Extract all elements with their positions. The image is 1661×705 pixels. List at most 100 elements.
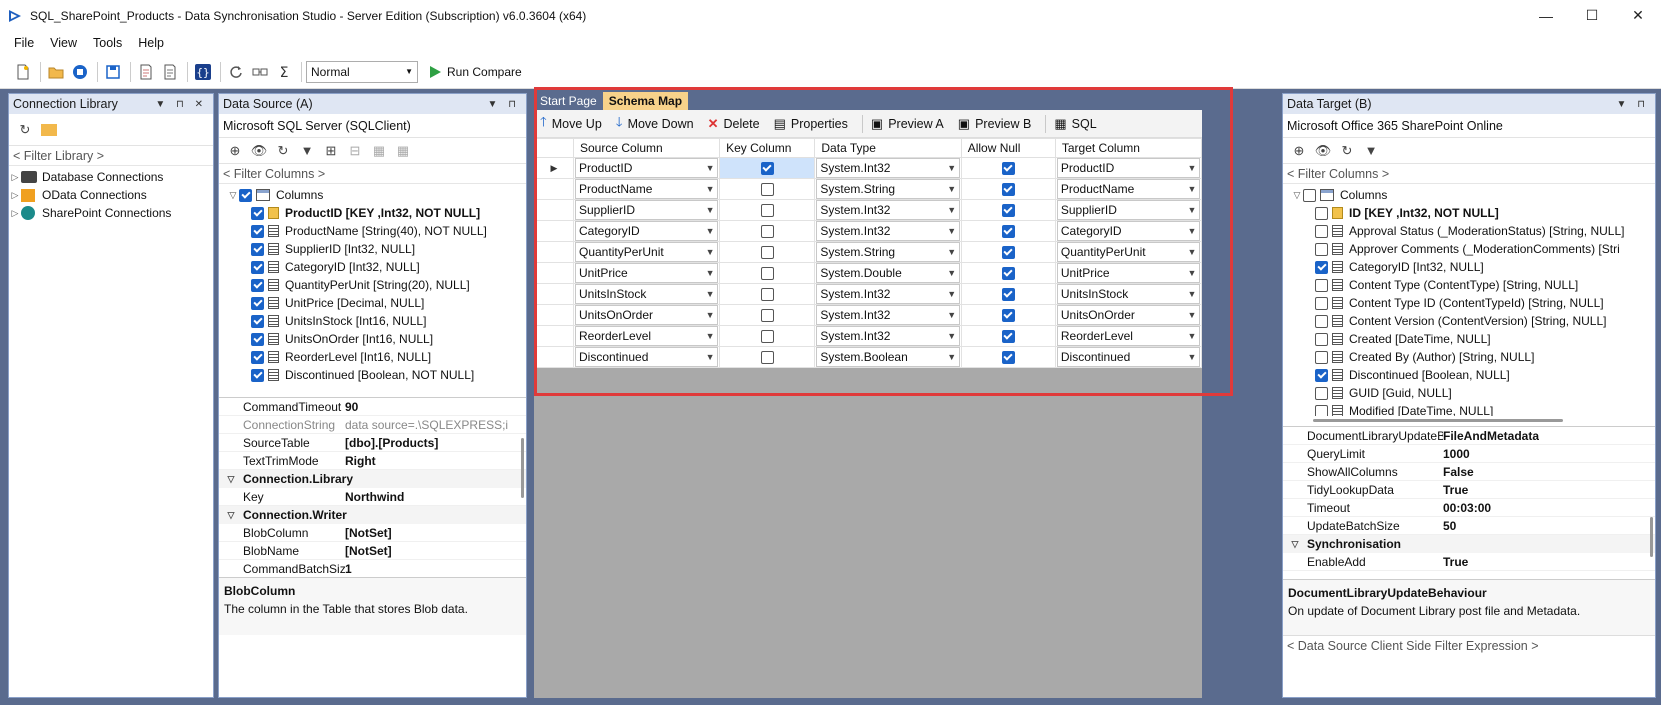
key-column-cell[interactable] <box>719 283 816 305</box>
collapse-icon[interactable]: ▽ <box>227 190 239 201</box>
target-column-cell[interactable]: QuantityPerUnit ▼ <box>1054 241 1203 263</box>
table-row[interactable]: CategoryID ▼ System.Int32 ▼ CategoryID ▼ <box>534 220 1203 242</box>
key-column-cell-checkbox[interactable] <box>760 266 774 280</box>
row-selector[interactable] <box>534 199 574 221</box>
allow-null-cell-checkbox[interactable] <box>1001 350 1015 364</box>
chevron-down-icon[interactable]: ▼ <box>945 289 959 299</box>
delete-button[interactable]: ✕ Delete <box>708 116 760 132</box>
row-selector[interactable] <box>534 241 574 263</box>
source-column-cell-dropdown[interactable]: UnitsOnOrder ▼ <box>575 305 719 325</box>
key-column-cell[interactable] <box>719 199 816 221</box>
refresh-icon[interactable]: ↻ <box>1337 141 1357 161</box>
panel-controls[interactable]: ▼ ⊓ <box>488 99 520 110</box>
horizontal-scrollbar[interactable] <box>1283 416 1655 426</box>
key-column-cell[interactable] <box>719 262 816 284</box>
property-value[interactable]: True <box>1443 555 1468 569</box>
folder-icon[interactable] <box>39 120 59 140</box>
tab-start-page[interactable]: Start Page <box>534 92 603 110</box>
col-header-key[interactable]: Key Column <box>719 138 816 158</box>
preview-icon[interactable]: 👁 <box>249 141 269 161</box>
property-row[interactable]: DocumentLibraryUpdateBe FileAndMetadata <box>1283 427 1655 445</box>
tree-item-column[interactable]: Modified [DateTime, NULL] <box>1291 402 1655 416</box>
collapse-icon[interactable]: ▽ <box>1283 539 1307 550</box>
row-selector[interactable] <box>534 262 574 284</box>
preview-icon[interactable]: 👁 <box>1313 141 1333 161</box>
chevron-down-icon[interactable]: ▼ <box>703 205 717 215</box>
property-value[interactable]: [dbo].[Products] <box>345 436 438 450</box>
scrollbar[interactable] <box>1650 517 1653 557</box>
tree-root[interactable]: ▽ Columns <box>227 186 526 204</box>
allow-null-cell[interactable] <box>960 220 1056 242</box>
scrollbar[interactable] <box>521 438 524 498</box>
stop-button[interactable] <box>69 61 91 83</box>
chevron-down-icon[interactable]: ▼ <box>1185 247 1199 257</box>
allow-null-cell[interactable] <box>960 178 1056 200</box>
allow-null-cell-checkbox[interactable] <box>1001 329 1015 343</box>
key-column-cell-checkbox[interactable] <box>760 182 774 196</box>
table-row[interactable]: ReorderLevel ▼ System.Int32 ▼ ReorderLevel ▼ <box>534 325 1203 347</box>
source-column-cell[interactable]: UnitsInStock ▼ <box>572 283 721 305</box>
target-column-cell-dropdown[interactable]: Discontinued ▼ <box>1056 347 1200 367</box>
target-column-cell-dropdown[interactable]: UnitsOnOrder ▼ <box>1056 305 1200 325</box>
properties-button[interactable]: ▤ Properties <box>774 116 848 132</box>
allow-null-cell[interactable] <box>960 304 1056 326</box>
script-b-button[interactable] <box>159 61 181 83</box>
collapse-icon[interactable]: ▽ <box>219 510 243 521</box>
link-button[interactable] <box>249 61 271 83</box>
key-column-cell-checkbox[interactable] <box>760 350 774 364</box>
column-checkbox[interactable] <box>1315 206 1328 220</box>
column-checkbox[interactable] <box>1315 242 1328 256</box>
row-selector[interactable] <box>534 325 574 347</box>
add-column-icon[interactable]: ⊕ <box>1289 141 1309 161</box>
row-selector[interactable]: ▶ <box>534 157 574 179</box>
chevron-down-icon[interactable]: ▼ <box>945 247 959 257</box>
refresh-icon[interactable]: ↻ <box>273 141 293 161</box>
property-value[interactable]: 1000 <box>1443 447 1470 461</box>
source-column-cell[interactable]: SupplierID ▼ <box>572 199 721 221</box>
key-column-cell[interactable] <box>719 325 816 347</box>
data-type-cell-dropdown[interactable]: System.Double ▼ <box>816 263 960 283</box>
property-row[interactable]: TextTrimMode Right <box>219 452 526 470</box>
sum-button[interactable]: Σ <box>273 61 295 83</box>
table-row[interactable]: UnitPrice ▼ System.Double ▼ UnitPrice ▼ <box>534 262 1203 284</box>
tree-item-column[interactable]: Discontinued [Boolean, NULL] <box>1291 366 1655 384</box>
tree-item-column[interactable]: CategoryID [Int32, NULL] <box>1291 258 1655 276</box>
allow-null-cell[interactable] <box>960 199 1056 221</box>
allow-null-cell-checkbox[interactable] <box>1001 287 1015 301</box>
menu-file[interactable]: File <box>6 36 42 50</box>
chevron-down-icon[interactable]: ▼ <box>1185 289 1199 299</box>
property-value[interactable]: [NotSet] <box>345 526 392 540</box>
source-column-cell[interactable]: ProductName ▼ <box>572 178 721 200</box>
target-column-cell[interactable]: SupplierID ▼ <box>1054 199 1203 221</box>
allow-null-cell-checkbox[interactable] <box>1001 308 1015 322</box>
property-row[interactable]: BlobName [NotSet] <box>219 542 526 560</box>
key-column-cell[interactable] <box>719 346 816 368</box>
chevron-down-icon[interactable]: ▼ <box>945 268 959 278</box>
script-a-button[interactable] <box>135 61 157 83</box>
data-type-cell[interactable]: System.Int32 ▼ <box>814 304 962 326</box>
key-column-cell-checkbox[interactable] <box>760 161 774 175</box>
target-column-cell[interactable]: CategoryID ▼ <box>1054 220 1203 242</box>
source-column-cell[interactable]: Discontinued ▼ <box>572 346 721 368</box>
table-row[interactable]: ProductName ▼ System.String ▼ ProductName ▼ <box>534 178 1203 200</box>
property-row[interactable]: ConnectionString data source=.\SQLEXPRESS… <box>219 416 526 434</box>
source-column-cell[interactable]: ProductID ▼ <box>572 157 721 179</box>
column-checkbox[interactable] <box>1315 314 1328 328</box>
target-column-cell[interactable]: Discontinued ▼ <box>1054 346 1203 368</box>
row-selector[interactable] <box>534 304 574 326</box>
property-row[interactable]: EnableAdd True <box>1283 553 1655 571</box>
chevron-down-icon[interactable]: ▼ <box>703 289 717 299</box>
minimize-button[interactable]: — <box>1523 0 1569 31</box>
column-checkbox[interactable] <box>1315 386 1328 400</box>
grid-icon[interactable]: ▦ <box>369 141 389 161</box>
key-column-cell[interactable] <box>719 304 816 326</box>
data-type-cell[interactable]: System.Int32 ▼ <box>814 283 962 305</box>
data-type-cell-dropdown[interactable]: System.String ▼ <box>816 179 960 199</box>
property-row[interactable]: QueryLimit 1000 <box>1283 445 1655 463</box>
column-checkbox[interactable] <box>251 224 264 238</box>
tree-item-column[interactable]: ProductName [String(40), NOT NULL] <box>227 222 526 240</box>
target-column-cell[interactable]: ReorderLevel ▼ <box>1054 325 1203 347</box>
target-column-cell[interactable]: UnitsOnOrder ▼ <box>1054 304 1203 326</box>
tree-item-column[interactable]: UnitsInStock [Int16, NULL] <box>227 312 526 330</box>
allow-null-cell-checkbox[interactable] <box>1001 203 1015 217</box>
